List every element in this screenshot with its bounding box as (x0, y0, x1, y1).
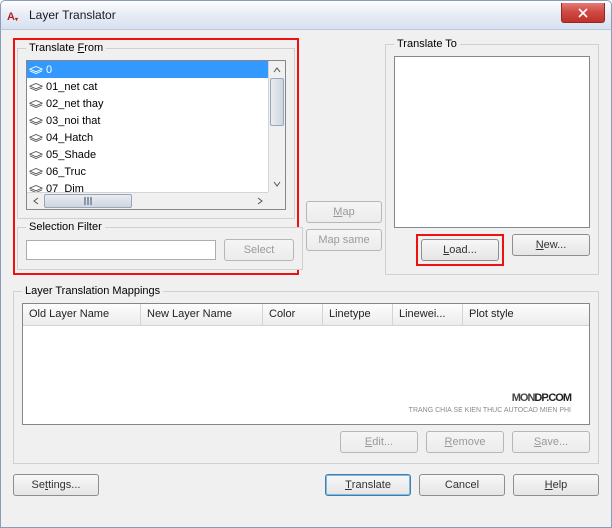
translate-from-highlight: Translate From 0 01_net cat 02_net thay 03_… (13, 38, 299, 275)
translate-from-group: Translate From 0 01_net cat 02_net thay 03_… (17, 42, 295, 219)
map-same-button[interactable]: Map same (306, 229, 382, 251)
selection-filter-group: Selection Filter Select (17, 221, 303, 270)
mappings-section: Layer Translation Mappings Old Layer Nam… (13, 285, 599, 464)
list-item[interactable]: 02_net thay (27, 95, 268, 112)
col-old-layer[interactable]: Old Layer Name (23, 304, 141, 325)
col-lineweight[interactable]: Linewei... (393, 304, 463, 325)
titlebar: A▾ Layer Translator (0, 0, 612, 30)
scroll-thumb[interactable] (270, 78, 284, 126)
translate-from-legend: Translate From (26, 42, 106, 54)
mappings-legend: Layer Translation Mappings (22, 285, 163, 297)
translate-button[interactable]: Translate (325, 474, 411, 496)
remove-button[interactable]: Remove (426, 431, 504, 453)
dialog-bottom-row: Settings... Translate Cancel Help (13, 474, 599, 496)
settings-button[interactable]: Settings... (13, 474, 99, 496)
layer-name: 02_net thay (46, 98, 104, 110)
mappings-group: Layer Translation Mappings Old Layer Nam… (13, 285, 599, 464)
list-item[interactable]: 0 (27, 61, 268, 78)
selection-filter-legend: Selection Filter (26, 221, 105, 233)
translate-to-group-wrap: Translate To Load... New... (385, 38, 599, 275)
mappings-table[interactable]: Old Layer Name New Layer Name Color Line… (22, 303, 590, 425)
layer-name: 05_Shade (46, 149, 96, 161)
close-button[interactable] (561, 3, 605, 23)
list-item[interactable]: 04_Hatch (27, 129, 268, 146)
close-icon (578, 8, 588, 18)
map-button[interactable]: Map (306, 201, 382, 223)
layer-name: 04_Hatch (46, 132, 93, 144)
selection-filter-input[interactable] (26, 240, 216, 260)
list-item[interactable]: 05_Shade (27, 146, 268, 163)
translate-to-group: Translate To Load... New... (385, 38, 599, 275)
scroll-left-icon[interactable] (27, 193, 44, 209)
app-icon: A▾ (7, 7, 23, 23)
vertical-scrollbar[interactable] (268, 61, 285, 192)
col-new-layer[interactable]: New Layer Name (141, 304, 263, 325)
list-item[interactable]: 01_net cat (27, 78, 268, 95)
translate-to-listbox[interactable] (394, 56, 590, 228)
horizontal-scrollbar[interactable] (27, 192, 268, 209)
col-linetype[interactable]: Linetype (323, 304, 393, 325)
layer-name: 03_noi that (46, 115, 100, 127)
list-item[interactable]: 03_noi that (27, 112, 268, 129)
scroll-corner (268, 192, 285, 209)
scroll-up-icon[interactable] (269, 61, 285, 78)
layer-name: 01_net cat (46, 81, 97, 93)
new-button[interactable]: New... (512, 234, 590, 256)
load-button[interactable]: Load... (421, 239, 499, 261)
cancel-button[interactable]: Cancel (419, 474, 505, 496)
help-button[interactable]: Help (513, 474, 599, 496)
edit-button[interactable]: Edit... (340, 431, 418, 453)
col-plotstyle[interactable]: Plot style (463, 304, 589, 325)
layer-name: 07_Dim (46, 183, 84, 193)
scroll-thumb[interactable] (44, 194, 132, 208)
select-button[interactable]: Select (224, 239, 294, 261)
load-button-highlight: Load... (416, 234, 504, 266)
col-color[interactable]: Color (263, 304, 323, 325)
window-title: Layer Translator (29, 8, 116, 22)
table-header: Old Layer Name New Layer Name Color Line… (23, 304, 589, 326)
watermark: MONDP.COM TRANG CHIA SE KIEN THUC AUTOCA… (409, 381, 571, 414)
scroll-right-icon[interactable] (251, 193, 268, 209)
list-item[interactable]: 06_Truc (27, 163, 268, 180)
dialog-body: Translate From 0 01_net cat 02_net thay 03_… (0, 30, 612, 528)
map-button-column: Map Map same (303, 38, 385, 275)
layer-name: 0 (46, 64, 52, 76)
translate-to-legend: Translate To (394, 38, 460, 50)
scroll-down-icon[interactable] (269, 175, 285, 192)
save-mappings-button[interactable]: Save... (512, 431, 590, 453)
translate-from-listbox[interactable]: 0 01_net cat 02_net thay 03_noi that 04_Hatc… (26, 60, 286, 210)
list-item[interactable]: 07_Dim (27, 180, 268, 192)
layer-name: 06_Truc (46, 166, 86, 178)
